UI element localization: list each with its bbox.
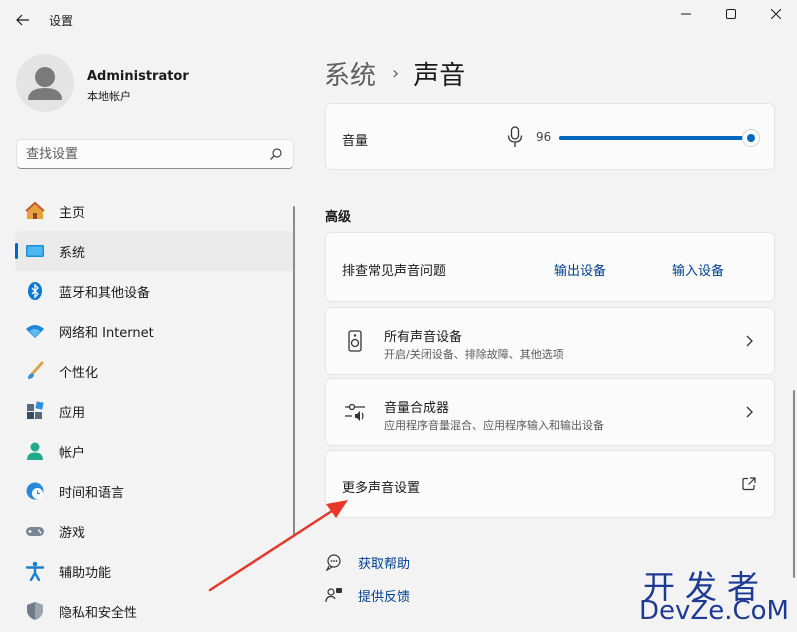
search-icon[interactable] — [269, 147, 283, 161]
search-input[interactable] — [26, 144, 261, 164]
slider-fill — [559, 136, 751, 140]
help-chat-icon — [325, 554, 341, 571]
close-icon — [771, 9, 781, 19]
slider-thumb[interactable] — [742, 129, 760, 147]
maximize-button[interactable] — [711, 0, 751, 28]
breadcrumb: 系统 › 声音 — [324, 55, 465, 91]
gamepad-icon — [26, 527, 44, 536]
sidebar-item-label: 主页 — [59, 205, 86, 221]
chevron-right-icon — [746, 335, 753, 347]
troubleshoot-label: 排查常见声音问题 — [342, 264, 447, 279]
all-sound-devices-description: 开启/关闭设备、排除故障、其他选项 — [384, 348, 564, 361]
sidebar-item-personalization[interactable]: 个性化 — [15, 351, 295, 391]
title-bar: 设置 — [0, 0, 797, 40]
bluetooth-icon — [28, 282, 42, 300]
sidebar-item-time-language[interactable]: 时间和语言 — [15, 471, 295, 511]
back-arrow-icon — [16, 14, 29, 26]
sidebar-item-gaming[interactable]: 游戏 — [15, 511, 295, 551]
sidebar-item-label: 辅助功能 — [59, 565, 112, 581]
clock-globe-icon — [26, 482, 44, 500]
sidebar-item-label: 个性化 — [59, 365, 99, 381]
get-help-label: 获取帮助 — [358, 556, 411, 572]
sidebar-item-apps[interactable]: 应用 — [15, 391, 295, 431]
sidebar-item-label: 隐私和安全性 — [59, 605, 138, 621]
mixer-icon — [345, 403, 365, 421]
breadcrumb-separator: › — [392, 62, 400, 84]
speaker-icon — [348, 330, 362, 352]
watermark-logo: 开发者 DevZe.CoM — [637, 562, 793, 630]
microphone-icon[interactable] — [507, 126, 523, 148]
volume-mixer-row[interactable]: 音量合成器 应用程序音量混合、应用程序输入和输出设备 — [325, 378, 775, 446]
all-sound-devices-row[interactable]: 所有声音设备 开启/关闭设备、排除故障、其他选项 — [325, 307, 775, 375]
user-avatar-icon — [28, 67, 62, 100]
breadcrumb-parent[interactable]: 系统 — [324, 55, 376, 92]
sidebar-item-label: 时间和语言 — [59, 485, 125, 501]
feedback-icon — [325, 588, 342, 603]
user-name: Administrator — [87, 69, 189, 84]
more-sound-settings-row[interactable]: 更多声音设置 — [325, 450, 775, 518]
back-button[interactable] — [12, 8, 34, 32]
sidebar-item-label: 蓝牙和其他设备 — [59, 285, 151, 301]
avatar[interactable] — [16, 54, 74, 112]
volume-mixer-description: 应用程序音量混合、应用程序输入和输出设备 — [384, 419, 604, 432]
sidebar-item-system[interactable]: 系统 — [15, 231, 295, 271]
apps-icon — [27, 401, 44, 419]
app-title: 设置 — [49, 14, 74, 28]
minimize-button[interactable] — [666, 0, 706, 28]
maximize-icon — [726, 9, 736, 19]
sidebar-item-network[interactable]: 网络和 Internet — [15, 311, 295, 351]
more-sound-settings-label: 更多声音设置 — [342, 481, 421, 496]
monitor-icon — [26, 245, 44, 257]
shield-icon — [27, 602, 43, 620]
volume-card: 音量 96 — [325, 103, 775, 170]
watermark-en: DevZe.CoM — [639, 596, 789, 626]
advanced-section-title: 高级 — [325, 210, 352, 225]
give-feedback-label: 提供反馈 — [358, 589, 411, 605]
sidebar-item-bluetooth[interactable]: 蓝牙和其他设备 — [15, 271, 295, 311]
page-title: 声音 — [413, 60, 466, 91]
sidebar-scrollbar[interactable] — [293, 206, 295, 536]
sidebar-item-accessibility[interactable]: 辅助功能 — [15, 551, 295, 591]
volume-label: 音量 — [342, 134, 369, 149]
settings-window: 设置 Administrator 本地帐户 查找设置 主页 系统 蓝牙和其他设备… — [0, 0, 797, 632]
sidebar-item-label: 应用 — [59, 405, 86, 421]
brush-icon — [28, 361, 44, 379]
all-sound-devices-title: 所有声音设备 — [384, 330, 463, 345]
sidebar-item-accounts[interactable]: 帐户 — [15, 431, 295, 471]
sidebar-item-privacy[interactable]: 隐私和安全性 — [15, 591, 295, 631]
troubleshoot-card: 排查常见声音问题 输出设备 输入设备 — [325, 232, 775, 302]
close-button[interactable] — [756, 0, 796, 28]
sidebar-nav: 主页 系统 蓝牙和其他设备 网络和 Internet 个性化 应用 帐户 时间和… — [15, 191, 295, 631]
chevron-right-icon — [746, 406, 753, 418]
search-box — [16, 139, 294, 169]
sidebar-item-label: 网络和 Internet — [59, 325, 154, 341]
input-devices-link[interactable]: 输入设备 — [672, 260, 724, 279]
home-icon — [25, 201, 45, 219]
give-feedback-link[interactable]: 提供反馈 — [325, 584, 410, 606]
get-help-link[interactable]: 获取帮助 — [325, 551, 410, 573]
external-link-icon — [742, 477, 756, 491]
sidebar-item-label: 帐户 — [59, 445, 86, 461]
sidebar-item-home[interactable]: 主页 — [15, 191, 295, 231]
main-scrollbar[interactable] — [793, 390, 795, 578]
output-devices-link[interactable]: 输出设备 — [554, 260, 606, 279]
volume-value: 96 — [536, 130, 552, 144]
volume-mixer-title: 音量合成器 — [384, 401, 450, 416]
wifi-icon — [26, 325, 44, 338]
sidebar-item-label: 游戏 — [59, 525, 86, 541]
sidebar-item-label: 系统 — [59, 245, 86, 261]
volume-slider[interactable] — [559, 128, 760, 148]
accessibility-icon — [25, 561, 45, 581]
account-icon — [27, 442, 43, 460]
minimize-icon — [681, 13, 691, 15]
account-type: 本地帐户 — [87, 90, 131, 103]
